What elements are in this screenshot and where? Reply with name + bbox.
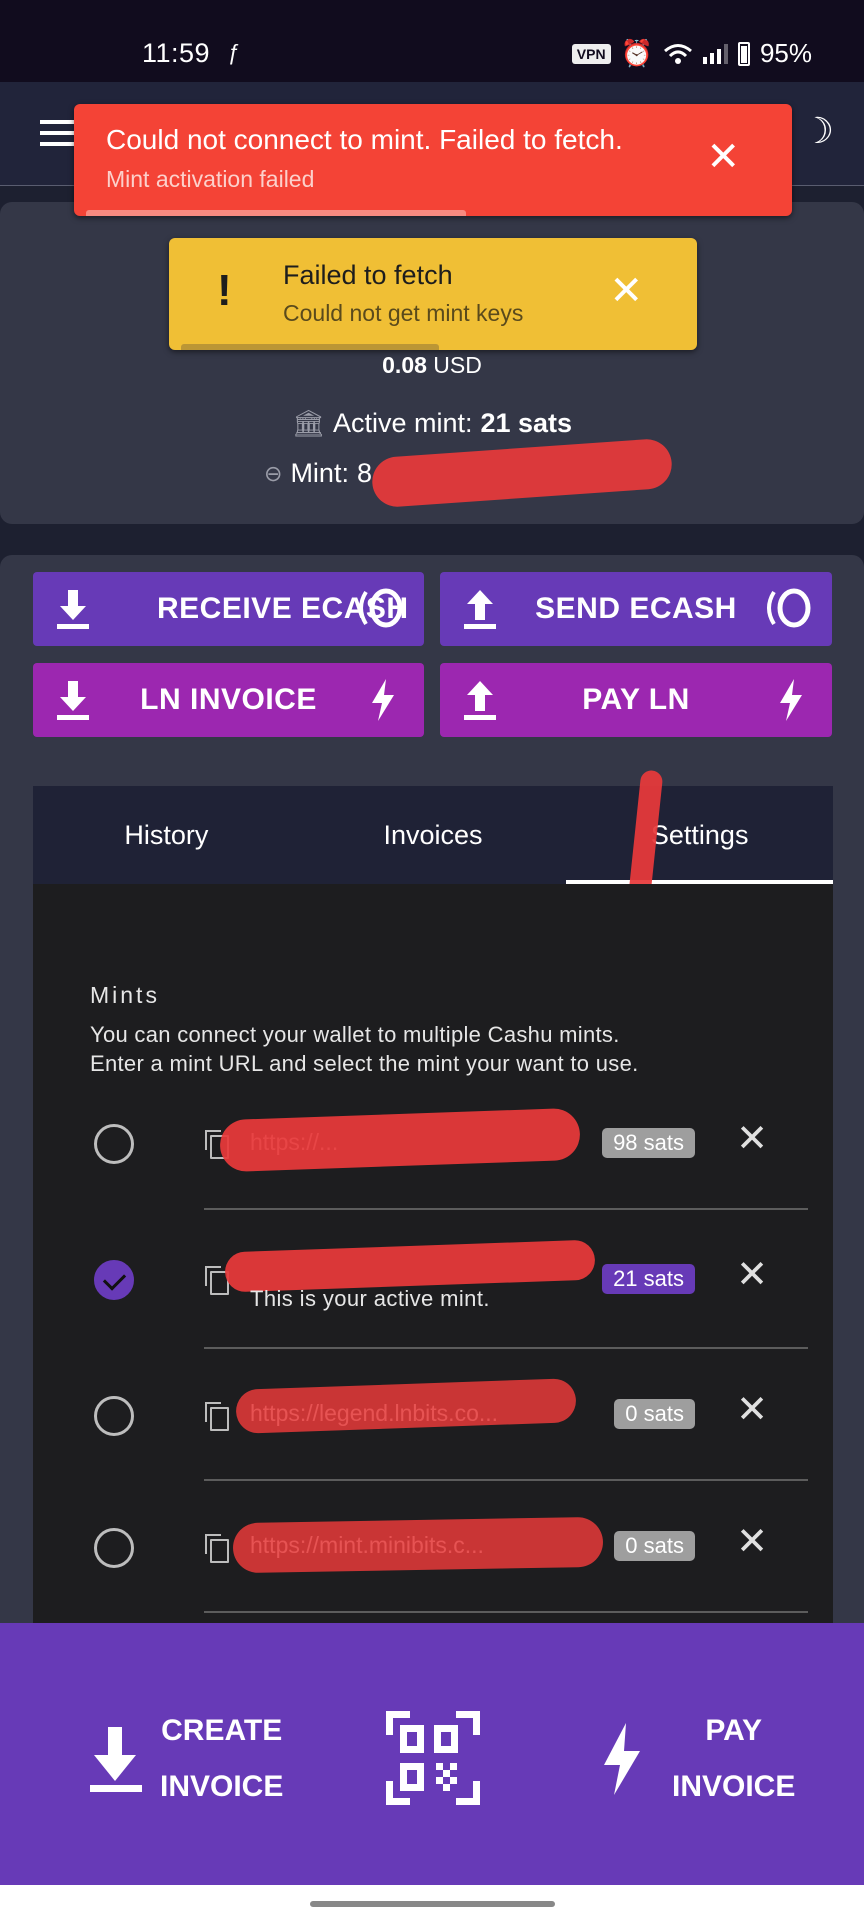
redaction-scribble: [224, 1239, 596, 1293]
remove-mint-icon[interactable]: ✕: [736, 1252, 768, 1297]
balance-usd-unit: USD: [433, 352, 482, 378]
pay-invoice-label-line: INVOICE: [672, 1770, 796, 1803]
mint-label: Mint:: [290, 458, 349, 488]
remove-mint-icon[interactable]: ✕: [736, 1116, 768, 1161]
create-invoice-label-line: INVOICE: [160, 1770, 284, 1803]
signal-icon: [702, 43, 728, 64]
divider: [204, 1208, 808, 1210]
battery-icon: [737, 41, 750, 66]
mint-url-value: 8: [356, 458, 372, 488]
create-invoice-label: CREATE INVOICE: [160, 1703, 283, 1815]
mint-select-radio[interactable]: [94, 1396, 134, 1436]
warning-toast: ! Failed to fetch Could not get mint key…: [169, 238, 697, 350]
divider: [204, 1611, 808, 1613]
toast-timer-bar: [86, 210, 466, 216]
moon-icon[interactable]: ☽: [802, 110, 834, 152]
active-mint-line: 🏛 Active mint: 21 sats: [0, 408, 864, 439]
battery-level: 95%: [759, 38, 812, 68]
redaction-scribble: [235, 1378, 577, 1434]
remove-mint-icon[interactable]: ✕: [736, 1519, 768, 1564]
error-toast-title: Could not connect to mint. Failed to fet…: [106, 124, 623, 155]
copy-icon[interactable]: [205, 1266, 229, 1295]
redaction-scribble: [232, 1516, 604, 1574]
mint-balance-badge: 0 sats: [614, 1531, 695, 1561]
alarm-icon: ⏰: [620, 38, 653, 68]
status-icons: VPN ⏰ 95%: [571, 38, 812, 69]
divider: [204, 1347, 808, 1349]
bottom-action-bar: CREATE INVOICE PAY INVOICE: [0, 1623, 864, 1885]
system-nav-bar: [0, 1885, 864, 1920]
download-icon: [57, 590, 89, 629]
mint-balance-badge: 98 sats: [602, 1128, 695, 1158]
send-ecash-button[interactable]: SEND ECASH: [440, 572, 832, 646]
active-mint-note: This is your active mint.: [250, 1286, 490, 1311]
notification-icon: ƒ: [228, 40, 241, 65]
create-invoice-button[interactable]: CREATE INVOICE: [88, 1703, 283, 1815]
error-toast: Could not connect to mint. Failed to fet…: [74, 104, 792, 216]
mints-description: You can connect your wallet to multiple …: [90, 1020, 639, 1078]
mints-description-line: You can connect your wallet to multiple …: [90, 1022, 620, 1047]
copy-icon[interactable]: [205, 1534, 229, 1563]
active-mint-label: Active mint:: [332, 408, 473, 438]
mint-select-radio[interactable]: [94, 1260, 134, 1300]
pay-invoice-button[interactable]: PAY INVOICE: [600, 1703, 795, 1815]
link-icon: ⊖: [264, 460, 283, 486]
copy-icon[interactable]: [205, 1402, 229, 1431]
app-screen: 11:59 ƒ VPN ⏰ 95% ☽ 0.08 USD 🏛 Active mi…: [0, 0, 864, 1920]
create-invoice-label-line: CREATE: [161, 1714, 283, 1747]
pay-ln-button[interactable]: PAY LN: [440, 663, 832, 737]
close-icon[interactable]: ✕: [706, 134, 740, 180]
ecash-icon: [359, 588, 403, 628]
hamburger-icon[interactable]: [40, 120, 74, 146]
tab-invoices[interactable]: Invoices: [300, 786, 567, 884]
ecash-icon: [767, 588, 811, 628]
pay-invoice-label: PAY INVOICE: [672, 1703, 795, 1815]
wifi-icon: [663, 43, 692, 64]
status-bar: 11:59 ƒ VPN ⏰ 95%: [0, 0, 864, 82]
mints-title: Mints: [90, 982, 160, 1008]
wallet-tabs: History Invoices Settings: [33, 786, 833, 884]
divider: [204, 1479, 808, 1481]
lightning-icon: [604, 1723, 640, 1795]
settings-panel: Mints You can connect your wallet to mul…: [33, 884, 833, 1624]
warning-icon: !: [217, 266, 232, 315]
warning-toast-subtitle: Could not get mint keys: [283, 300, 524, 326]
status-time: 11:59: [142, 38, 211, 68]
toast-timer-bar: [181, 344, 439, 350]
pay-invoice-label-line: PAY: [705, 1714, 763, 1747]
tab-settings[interactable]: Settings: [566, 786, 833, 884]
lightning-icon: [780, 679, 802, 721]
lightning-icon: [372, 679, 394, 721]
mint-select-radio[interactable]: [94, 1528, 134, 1568]
mint-balance-badge: 21 sats: [602, 1264, 695, 1294]
mint-select-radio[interactable]: [94, 1124, 134, 1164]
balance-usd-value: 0.08: [382, 352, 427, 378]
tab-history[interactable]: History: [33, 786, 300, 884]
mint-balance-badge: 0 sats: [614, 1399, 695, 1429]
vpn-icon: VPN: [571, 43, 611, 64]
error-toast-subtitle: Mint activation failed: [106, 166, 315, 192]
remove-mint-icon[interactable]: ✕: [736, 1387, 768, 1432]
balance-usd: 0.08 USD: [0, 352, 864, 379]
active-mint-value: 21 sats: [480, 408, 573, 438]
mints-description-line: Enter a mint URL and select the mint you…: [90, 1051, 639, 1076]
home-gesture-bar[interactable]: [310, 1901, 555, 1907]
bank-icon: 🏛: [291, 408, 325, 438]
download-icon: [90, 1727, 142, 1792]
mint-url-line: ⊖ Mint: 8: [264, 458, 372, 489]
close-icon[interactable]: ✕: [609, 268, 643, 314]
warning-toast-title: Failed to fetch: [283, 260, 453, 290]
qr-scan-icon[interactable]: [386, 1711, 480, 1805]
redaction-scribble: [370, 437, 674, 509]
ln-invoice-button[interactable]: LN INVOICE: [33, 663, 424, 737]
receive-ecash-button[interactable]: RECEIVE ECASH: [33, 572, 424, 646]
